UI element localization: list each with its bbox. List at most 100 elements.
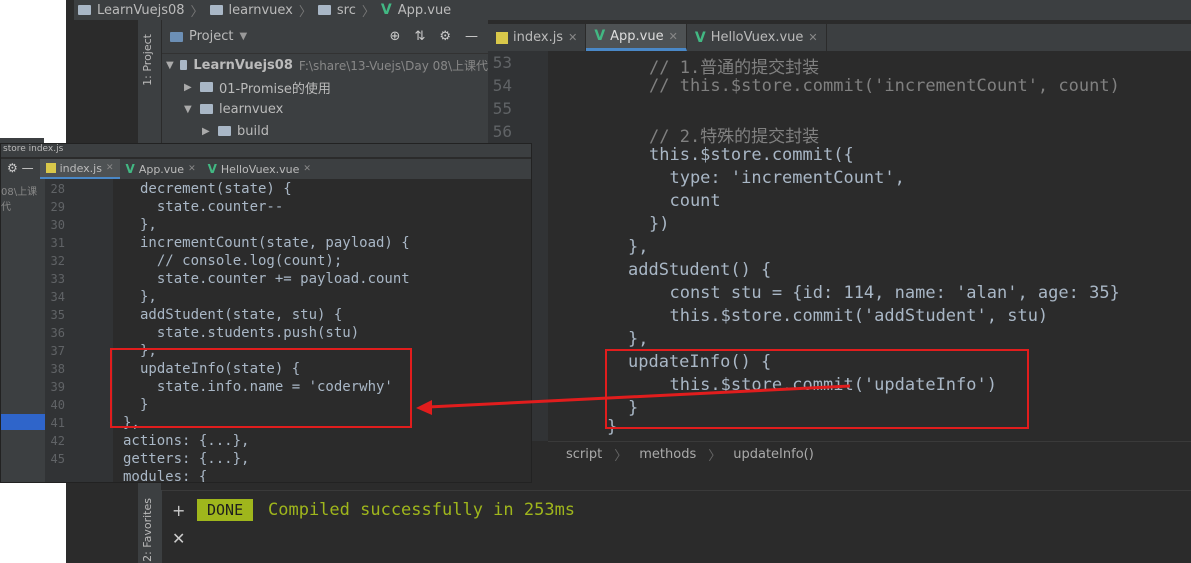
close-tab-icon[interactable]: ✕ — [568, 31, 577, 44]
collapse-icon[interactable]: ⇅ — [414, 29, 425, 44]
code-line: decrement(state) { — [140, 181, 292, 197]
overlay-tab-hellovuex-vue[interactable]: V HelloVuex.vue ✕ — [202, 159, 317, 179]
project-panel: Project ▼ ⊕ ⇅ ⚙ — ▼ LearnVuejs08 F:\shar… — [162, 20, 488, 143]
code-line: this.$store.commit({ — [649, 145, 854, 165]
close-tab-icon[interactable]: ✕ — [106, 163, 114, 173]
code-line: // this.$store.commit('incrementCount', … — [649, 76, 1120, 96]
expand-arrow-icon[interactable]: ▼ — [166, 60, 174, 71]
compile-message: Compiled successfully in 253ms — [268, 500, 576, 520]
code-line: addStudent(state, stu) { — [140, 307, 343, 323]
line-number: 30 — [50, 218, 65, 232]
folder-icon — [317, 5, 331, 15]
code-line: }) — [649, 214, 670, 234]
close-tab-icon[interactable]: ✕ — [188, 164, 196, 174]
navigation-breadcrumb: LearnVuejs08 〉 learnvuex 〉 src 〉 V App.v… — [74, 0, 1191, 20]
line-number: 56 — [492, 122, 512, 141]
vue-file-icon: V — [207, 162, 217, 176]
selected-row — [1, 414, 45, 430]
code-line: modules: { — [123, 469, 208, 483]
tree-item-learnvuex[interactable]: ▼ learnvuex — [162, 98, 488, 120]
js-file-icon — [45, 163, 56, 173]
line-number: 29 — [50, 200, 65, 214]
line-number: 35 — [50, 308, 65, 322]
breadcrumb-project[interactable]: LearnVuejs08 — [97, 3, 185, 18]
code-line: const stu = {id: 114, name: 'alan', age:… — [649, 283, 1120, 303]
line-number: 32 — [50, 254, 65, 268]
code-line: actions: {...}, — [123, 433, 250, 449]
line-number: 39 — [50, 380, 65, 394]
structure-script[interactable]: script — [566, 447, 602, 462]
line-number: 54 — [492, 76, 512, 95]
expand-arrow-icon[interactable]: ▼ — [184, 104, 194, 115]
editor-tabs: index.js ✕ V App.vue ✕ V HelloVuex.vue ✕ — [488, 24, 1191, 51]
done-badge: DONE — [197, 499, 254, 521]
folder-icon — [200, 82, 213, 92]
line-number: 41 — [50, 416, 65, 430]
line-number: 42 — [50, 434, 65, 448]
settings-gear-icon[interactable]: ⚙ — — [1, 159, 40, 179]
line-number: 38 — [50, 362, 65, 376]
close-tab-icon[interactable]: ✕ — [669, 30, 678, 43]
line-number: 45 — [50, 452, 65, 466]
code-line: }, — [140, 217, 157, 233]
folder-icon — [209, 5, 223, 15]
tab-app-vue[interactable]: V App.vue ✕ — [586, 24, 687, 51]
tree-item-promise[interactable]: ▶ 01-Promise的使用 — [162, 76, 488, 98]
settings-gear-icon[interactable]: ⚙ — [439, 29, 451, 44]
project-tool-tab[interactable]: 1: Project — [141, 34, 154, 86]
structure-updateinfo[interactable]: updateInfo() — [733, 447, 814, 462]
favorites-tool-tab[interactable]: 2: Favorites — [141, 498, 154, 562]
collapsed-arrow-icon[interactable]: ▶ — [184, 82, 194, 93]
tree-item-root[interactable]: ▼ LearnVuejs08 F:\share\13-Vuejs\Day 08\… — [162, 54, 488, 76]
overlay-tab-app-vue[interactable]: V App.vue ✕ — [120, 159, 202, 179]
breadcrumb-learnvuex[interactable]: learnvuex — [229, 3, 293, 18]
favorites-strip: 2: Favorites — [138, 490, 162, 563]
line-number: 31 — [50, 236, 65, 250]
hide-panel-icon[interactable]: — — [465, 29, 478, 44]
locate-icon[interactable]: ⊕ — [390, 29, 401, 44]
close-icon[interactable]: ✕ — [172, 529, 185, 548]
folder-icon — [200, 104, 213, 114]
code-line: state.students.push(stu) — [140, 325, 360, 341]
code-line: type: 'incrementCount', — [649, 168, 905, 188]
line-number: 53 — [492, 53, 512, 72]
tree-item-build[interactable]: ▶ build — [162, 120, 488, 142]
project-panel-title[interactable]: Project — [189, 29, 233, 44]
overlay-sidebar: 08\上课代 — [1, 179, 45, 482]
code-line: getters: {...}, — [123, 451, 250, 467]
folder-icon — [218, 126, 231, 136]
code-line: state.counter-- — [140, 199, 284, 215]
line-number: 34 — [50, 290, 65, 304]
arrow-line — [427, 384, 851, 409]
highlight-box-overlay — [110, 348, 412, 428]
breadcrumb-src[interactable]: src — [337, 3, 356, 18]
code-line: // console.log(count); — [140, 253, 343, 269]
dropdown-arrow-icon[interactable]: ▼ — [239, 31, 247, 42]
line-number: 33 — [50, 272, 65, 286]
add-icon[interactable]: + — [172, 501, 185, 520]
structure-methods[interactable]: methods — [639, 447, 696, 462]
line-number: 28 — [50, 182, 65, 196]
collapsed-arrow-icon[interactable]: ▶ — [202, 126, 212, 137]
tab-index-js[interactable]: index.js ✕ — [488, 24, 587, 51]
close-tab-icon[interactable]: ✕ — [303, 164, 311, 174]
project-view-icon — [170, 31, 183, 42]
breadcrumb-file[interactable]: App.vue — [398, 3, 451, 18]
overlay-tabs: ⚙ — index.js ✕ V App.vue ✕ V HelloVuex.v… — [1, 159, 531, 179]
project-panel-header: Project ▼ ⊕ ⇅ ⚙ — — [162, 20, 488, 54]
line-number: 55 — [492, 99, 512, 118]
tab-hellovuex-vue[interactable]: V HelloVuex.vue ✕ — [687, 24, 827, 51]
close-tab-icon[interactable]: ✕ — [808, 31, 817, 44]
vue-file-icon: V — [694, 29, 706, 46]
code-line: count — [649, 191, 721, 211]
overlay-tab-index-js[interactable]: index.js ✕ — [39, 159, 120, 179]
arrow-connector — [416, 384, 851, 415]
folder-icon — [78, 5, 91, 15]
code-line: state.counter += payload.count — [140, 271, 410, 287]
code-line: // 1.普通的提交封装 — [649, 58, 820, 78]
terminal-panel: + ✕ DONE Compiled successfully in 253ms — [162, 490, 1191, 563]
overlay-gutter: 28 29 30 31 32 33 34 35 36 37 38 39 40 4… — [45, 179, 113, 482]
code-line: addStudent() { — [628, 260, 772, 280]
overlay-crumb: store index.js — [1, 144, 531, 157]
js-file-icon — [496, 31, 508, 44]
